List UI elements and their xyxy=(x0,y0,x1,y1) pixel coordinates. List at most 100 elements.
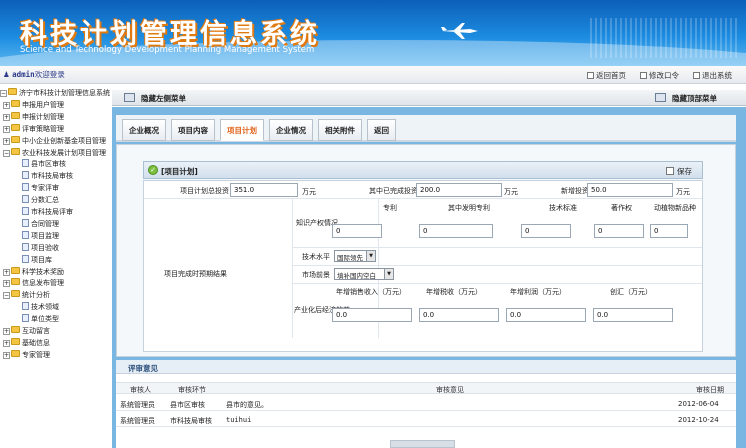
sidebar-item-label: 申报计划管理 xyxy=(22,112,64,121)
sidebar-item-label: 评审策略管理 xyxy=(22,124,64,133)
sidebar-item[interactable]: 单位类型 xyxy=(22,314,59,325)
table-row: 系统管理员 县市区审核 县市的意见。 2012-06-04 xyxy=(116,397,736,411)
hide-left-menu-button[interactable]: 隐藏左侧菜单 xyxy=(124,93,186,104)
page-icon xyxy=(22,242,29,251)
sidebar-item-label: 专家评审 xyxy=(31,184,59,193)
expand-icon[interactable]: + xyxy=(3,268,10,276)
expand-icon[interactable]: + xyxy=(3,280,10,288)
sidebar-item[interactable]: 项目验收 xyxy=(22,242,59,254)
sidebar-tree: − 济宁市科技计划管理信息系统 + 申报用户管理 + 申报计划管理 + 评审策略管理 + 中小企业… xyxy=(0,88,110,448)
ip-col-plant-variety: 动植物新品种 xyxy=(654,204,696,212)
annual-profit-input[interactable]: 0.0 xyxy=(506,308,586,322)
tab-project-plan[interactable]: 项目计划 xyxy=(220,119,264,141)
folder-icon xyxy=(8,88,17,95)
tab-back[interactable]: 返回 xyxy=(367,119,396,141)
sidebar-item[interactable]: 市科技局审核 xyxy=(22,171,73,182)
completed-invest-input[interactable]: 200.0 xyxy=(416,183,502,197)
hide-top-menu-button[interactable]: 隐藏顶部菜单 xyxy=(655,93,717,104)
folder-icon xyxy=(11,326,20,333)
folder-icon xyxy=(11,135,20,143)
col-reviewer: 审核人 xyxy=(130,386,151,394)
sidebar-item[interactable]: 县市区审核 xyxy=(22,159,66,170)
review-reviewer: 系统管理员 xyxy=(120,401,155,409)
market-select[interactable]: 填补国内空白 ▼ xyxy=(334,268,394,280)
expand-icon[interactable]: + xyxy=(3,101,10,109)
app-subtitle: Science and Technology Development Plann… xyxy=(20,45,315,55)
sidebar-item-label: 单位类型 xyxy=(31,315,59,324)
sidebar-item-label: 项目验收 xyxy=(31,243,59,252)
collapse-icon[interactable]: − xyxy=(3,292,10,300)
annual-sales-input[interactable]: 0.0 xyxy=(332,308,412,322)
tab-company-overview[interactable]: 企业概况 xyxy=(122,119,166,141)
logout-link[interactable]: 退出系统 xyxy=(693,70,732,81)
ip-col-copyright: 著作权 xyxy=(611,204,632,212)
expand-icon[interactable]: + xyxy=(3,125,10,133)
sidebar-item[interactable]: + 科学技术奖励 xyxy=(3,266,64,278)
sidebar-item[interactable]: − 农业科技发展计划项目管理 xyxy=(3,147,106,159)
tab-project-content[interactable]: 项目内容 xyxy=(171,119,215,141)
sidebar-item[interactable]: + 基础信息 xyxy=(3,337,50,349)
forex-input[interactable]: 0.0 xyxy=(593,308,673,322)
sidebar-item[interactable]: 技术领域 xyxy=(22,302,59,313)
completed-invest-label: 其中已完成投资 xyxy=(369,187,418,195)
total-invest-input[interactable]: 351.0 xyxy=(230,183,298,197)
expand-icon[interactable]: + xyxy=(3,351,10,359)
folder-icon xyxy=(11,337,20,345)
row-divider xyxy=(292,283,702,284)
horizontal-scrollbar[interactable] xyxy=(390,440,455,448)
sidebar-item[interactable]: + 专家管理 xyxy=(3,349,50,361)
sidebar-item-label: 统计分析 xyxy=(22,291,50,300)
sidebar-item[interactable]: + 中小企业创新基金项目管理 xyxy=(3,135,106,147)
sidebar-item[interactable]: 市科技局评审 xyxy=(22,207,73,218)
sidebar-item[interactable]: 分数汇总 xyxy=(22,195,59,206)
sidebar-item-label: 信息发布管理 xyxy=(22,279,64,288)
sidebar-item[interactable]: + 信息发布管理 xyxy=(3,278,64,289)
new-invest-unit: 万元 xyxy=(676,188,690,196)
expand-icon[interactable]: + xyxy=(3,113,10,121)
sidebar-item-label: 项目监理 xyxy=(31,231,59,240)
review-title: 评审意见 xyxy=(128,364,158,373)
home-link[interactable]: 返回首页 xyxy=(587,70,626,81)
panel-icon xyxy=(124,93,135,102)
sidebar-item[interactable]: − 统计分析 xyxy=(3,290,50,301)
tech-standard-input[interactable]: 0 xyxy=(521,224,571,238)
sidebar-item[interactable]: + 互动留言 xyxy=(3,326,50,337)
logout-icon xyxy=(693,72,700,79)
tech-level-value: 国际领先 xyxy=(337,254,363,262)
sidebar-item[interactable]: 专家评审 xyxy=(22,183,59,194)
sidebar-item[interactable]: 合同管理 xyxy=(22,218,59,230)
welcome-text: ♟ admin欢迎登录 xyxy=(3,69,65,80)
patent-input[interactable]: 0 xyxy=(332,224,382,238)
tab-company-status[interactable]: 企业情况 xyxy=(269,119,313,141)
expand-icon[interactable]: + xyxy=(3,328,10,335)
annual-tax-input[interactable]: 0.0 xyxy=(419,308,499,322)
top-bar: ♟ admin欢迎登录 返回首页 修改口令 退出系统 xyxy=(0,66,746,84)
review-opinion: tuihui xyxy=(226,416,252,424)
tech-level-select[interactable]: 国际领先 ▼ xyxy=(334,250,376,262)
expand-icon[interactable]: + xyxy=(3,137,10,145)
folder-icon xyxy=(11,99,20,107)
new-invest-input[interactable]: 50.0 xyxy=(587,183,673,197)
sidebar-item[interactable]: 项目监理 xyxy=(22,230,59,242)
tab-attachments[interactable]: 相关附件 xyxy=(318,119,362,141)
expected-results-label: 项目完成时预期结果 xyxy=(164,270,227,278)
sidebar-item[interactable]: 项目库 xyxy=(22,254,52,266)
copyright-input[interactable]: 0 xyxy=(594,224,644,238)
username: admin xyxy=(12,70,35,79)
tech-level-label: 技术水平 xyxy=(302,253,330,261)
sidebar-item[interactable]: + 申报用户管理 xyxy=(3,99,64,111)
sidebar-item-label: 申报用户管理 xyxy=(22,100,64,109)
collapse-icon[interactable]: − xyxy=(3,149,10,157)
sidebar-item-label: 互动留言 xyxy=(22,327,50,335)
change-password-link[interactable]: 修改口令 xyxy=(640,70,679,81)
expand-icon[interactable]: + xyxy=(3,339,10,347)
plant-variety-input[interactable]: 0 xyxy=(650,224,688,238)
invention-patent-input[interactable]: 0 xyxy=(419,224,493,238)
sidebar-item[interactable]: + 申报计划管理 xyxy=(3,111,64,123)
collapse-icon[interactable]: − xyxy=(0,90,7,97)
change-password-label: 修改口令 xyxy=(649,71,679,80)
save-button[interactable]: 保存 xyxy=(666,166,692,177)
sidebar-item[interactable]: − 济宁市科技计划管理信息系统 xyxy=(0,88,110,99)
sidebar-item[interactable]: + 评审策略管理 xyxy=(3,123,64,135)
market-label: 市场前景 xyxy=(302,271,330,279)
